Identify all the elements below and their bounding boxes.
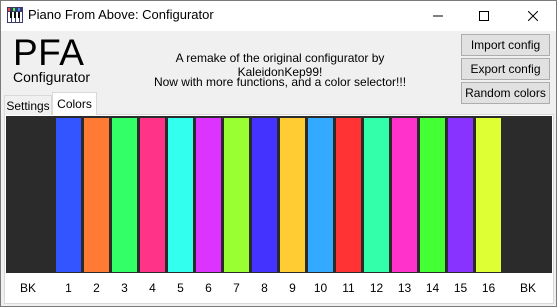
channel-label-10: 10 — [313, 281, 328, 295]
piano-app-icon — [7, 7, 23, 23]
channel-label-7: 7 — [233, 281, 240, 295]
channel-color-swatch-13[interactable] — [391, 117, 418, 273]
configurator-window: Piano From Above: Configurator PFA Confi… — [0, 0, 557, 307]
channel-label-13: 13 — [397, 281, 412, 295]
channel-color-swatch-5[interactable] — [167, 117, 194, 273]
title-bar[interactable]: Piano From Above: Configurator — [1, 1, 556, 31]
export-config-button[interactable]: Export config — [461, 58, 550, 80]
channel-color-swatch-2[interactable] — [83, 117, 110, 273]
channel-color-swatch-11[interactable] — [335, 117, 362, 273]
feature-message: Now with more functions, and a color sel… — [153, 75, 407, 89]
channel-color-swatch-1[interactable] — [55, 117, 82, 273]
channel-label-4: 4 — [149, 281, 156, 295]
channel-color-swatch-4[interactable] — [139, 117, 166, 273]
channel-label-2: 2 — [93, 281, 100, 295]
minimize-icon — [433, 15, 443, 17]
maximize-icon — [479, 11, 489, 21]
channel-color-swatch-6[interactable] — [195, 117, 222, 273]
channel-color-swatch-3[interactable] — [111, 117, 138, 273]
channel-label-6: 6 — [205, 281, 212, 295]
channel-label-3: 3 — [121, 281, 128, 295]
channel-color-swatch-12[interactable] — [363, 117, 390, 273]
channel-labels: BK 1 2 3 4 5 6 7 8 9 10 11 12 13 14 15 16 BK — [6, 276, 552, 300]
close-icon — [528, 11, 538, 21]
channel-label-5: 5 — [177, 281, 184, 295]
channel-color-swatch-8[interactable] — [251, 117, 278, 273]
channel-color-preview — [6, 116, 552, 273]
tab-colors[interactable]: Colors — [52, 92, 97, 115]
app-subtitle: Configurator — [13, 69, 91, 85]
channel-color-swatch-9[interactable] — [279, 117, 306, 273]
channel-label-1: 1 — [65, 281, 72, 295]
background-label-right: BK — [519, 281, 536, 295]
channel-label-16: 16 — [481, 281, 496, 295]
channel-label-14: 14 — [425, 281, 440, 295]
minimize-button[interactable] — [415, 1, 461, 31]
import-config-button[interactable]: Import config — [461, 34, 550, 56]
close-button[interactable] — [510, 1, 556, 31]
channel-color-swatch-15[interactable] — [447, 117, 474, 273]
channel-label-11: 11 — [342, 281, 355, 295]
channel-color-swatch-16[interactable] — [475, 117, 502, 273]
channel-color-swatch-14[interactable] — [419, 117, 446, 273]
channel-label-12: 12 — [369, 281, 384, 295]
app-logo: PFA — [13, 32, 85, 73]
channel-label-15: 15 — [453, 281, 468, 295]
random-colors-button[interactable]: Random colors — [461, 82, 550, 104]
channel-label-8: 8 — [261, 281, 268, 295]
channel-label-9: 9 — [289, 281, 296, 295]
channel-color-swatch-7[interactable] — [223, 117, 250, 273]
channel-color-swatch-10[interactable] — [307, 117, 334, 273]
window-title: Piano From Above: Configurator — [28, 7, 214, 22]
maximize-button[interactable] — [461, 1, 507, 31]
background-label-left: BK — [19, 281, 36, 295]
tab-settings[interactable]: Settings — [4, 95, 52, 115]
